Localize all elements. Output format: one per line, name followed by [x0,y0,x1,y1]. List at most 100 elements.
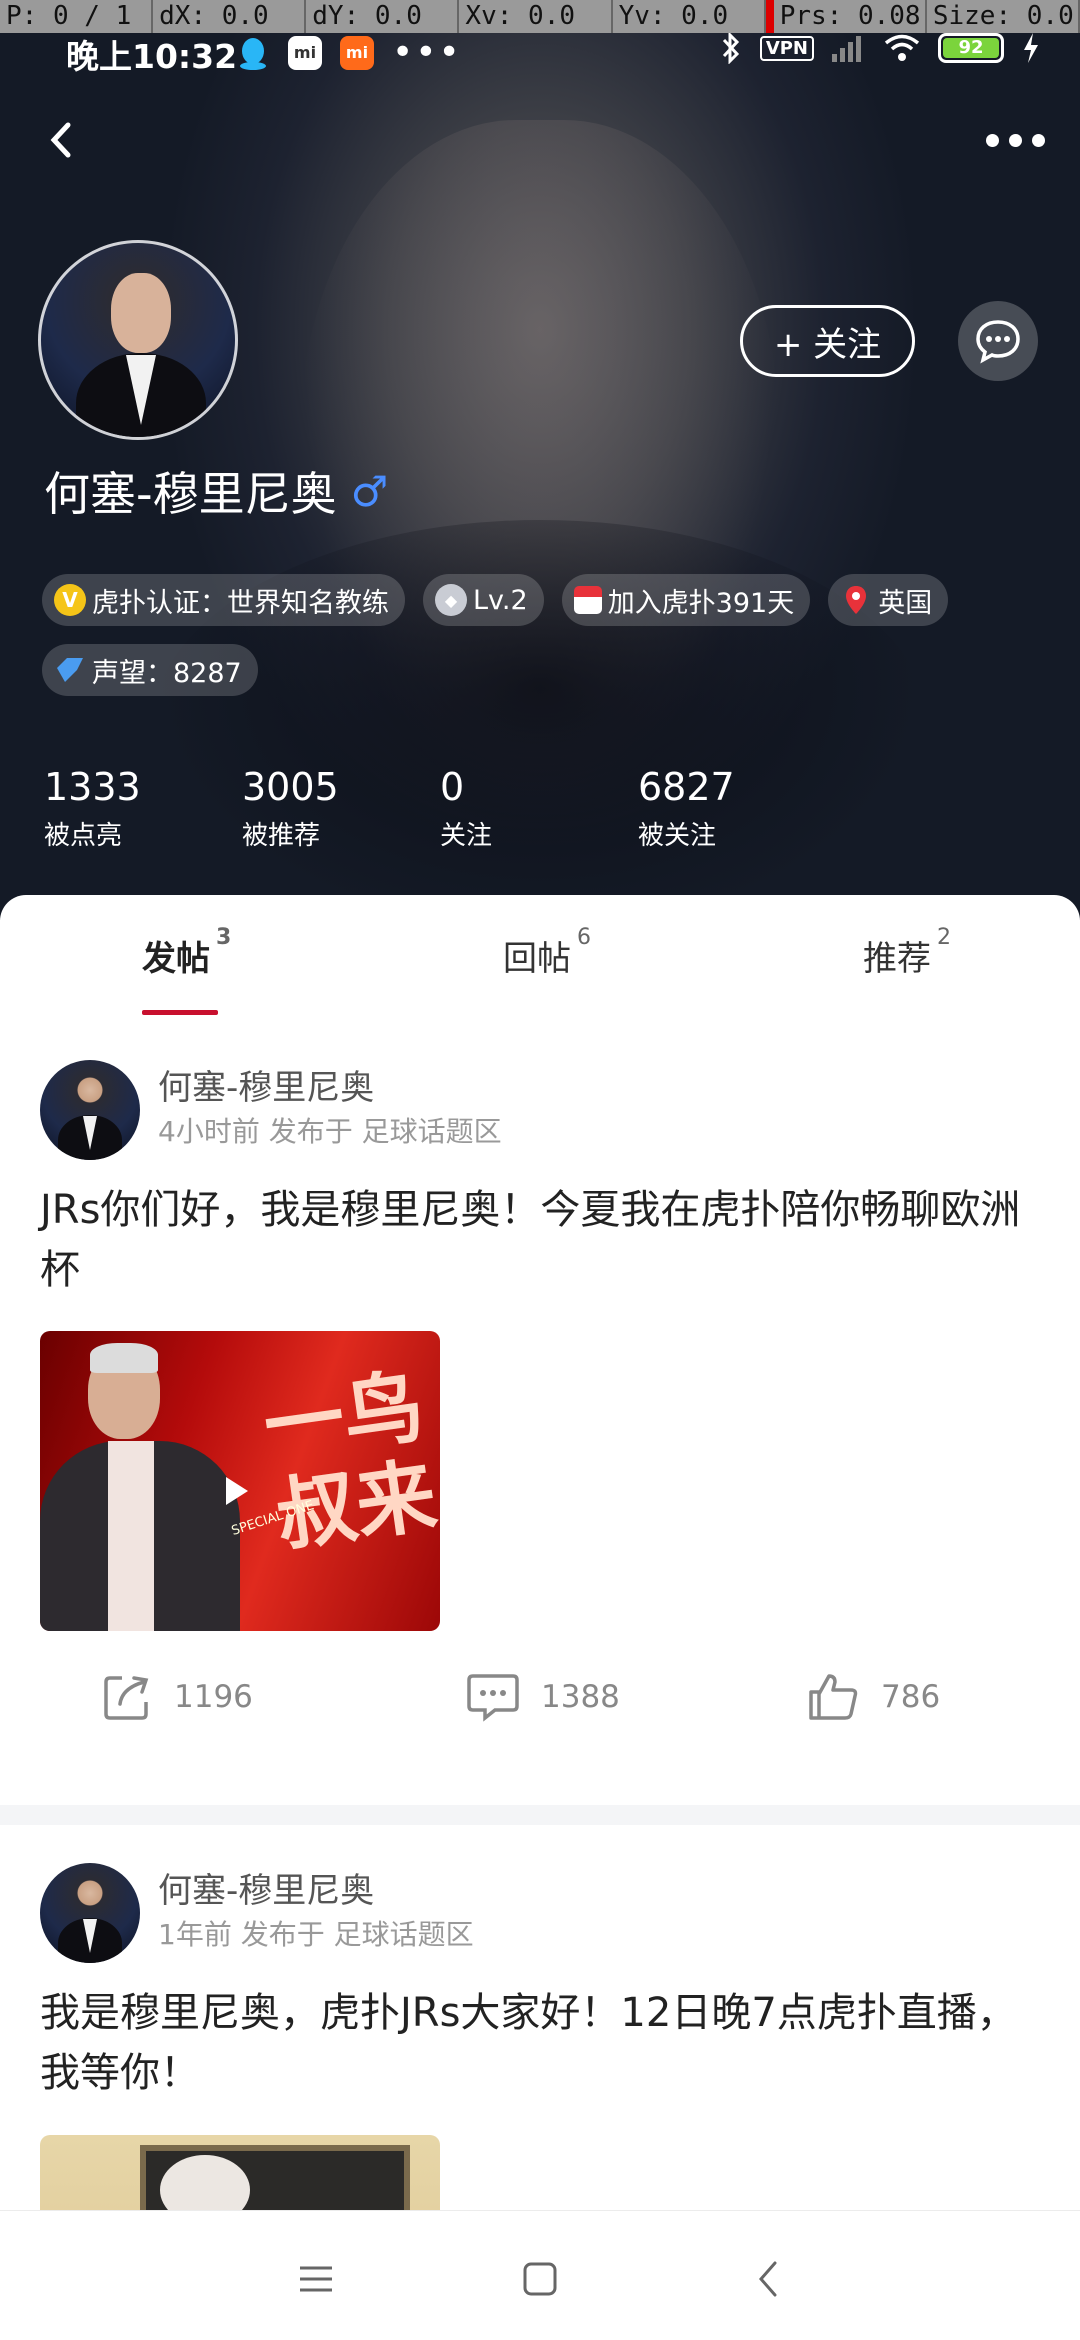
profile-header: 晚上10:32 mi mi ••• VPN 92 + 关注 何塞-穆里尼奥 ♂ … [0,0,1080,920]
debug-yv: Yv: 0.0 [613,0,766,33]
level-icon: ◆ [435,584,467,616]
tab-recommend[interactable]: 推荐2 [863,925,951,980]
tab-replies-label: 回帖 [503,939,571,979]
stat-lit-label: 被点亮 [44,821,123,851]
status-more-icon: ••• [392,32,462,73]
pointer-debug-bar: P: 0 / 1 dX: 0.0 dY: 0.0 Xv: 0.0 Yv: 0.0… [0,0,1080,33]
badge-join-days[interactable]: 加入虎扑391天 [561,574,811,626]
status-time: 晚上10:32 [66,37,238,76]
stat-recommended-number: 3005 [242,765,339,809]
badge-reputation[interactable]: 声望：8287 [42,644,258,696]
profile-avatar [38,240,238,440]
mi-icon: mi [340,35,374,70]
stat-following-label: 关注 [440,821,493,851]
profile-badges: V 虎扑认证：世界知名教练 ◆ Lv.2 加入虎扑391天 英国 声望：8287 [42,574,1042,696]
debug-xv: Xv: 0.0 [459,0,613,33]
debug-dx: dX: 0.0 [153,0,307,33]
stat-following-number: 0 [440,765,465,809]
comment-icon [467,1674,519,1722]
charging-icon [1024,33,1038,63]
menu-nav-button[interactable] [286,2249,346,2309]
post-text[interactable]: 我是穆里尼奥，虎扑JRs大家好！12日晚7点虎扑直播，我等你！ [40,1983,1050,2103]
back-nav-button[interactable] [738,2249,798,2309]
profile-stats: 1333 被点亮 3005 被推荐 0 关注 6827 被关注 [44,765,836,852]
thumbnail-title: 一鸟叔来 [258,1359,440,1563]
badge-verified-text: 虎扑认证：世界知名教练 [92,587,389,619]
badge-verified[interactable]: V 虎扑认证：世界知名教练 [42,574,405,626]
calendar-icon [573,586,602,614]
message-button[interactable] [958,301,1038,381]
qq-icon [236,36,270,70]
status-app-icons: mi mi ••• [236,32,462,73]
debug-size: Size: 0.0 [927,0,1080,33]
post-text[interactable]: JRs你们好，我是穆里尼奥！今夏我在虎扑陪你畅聊欧洲杯 [40,1180,1050,1300]
stat-followers-number: 6827 [638,765,735,809]
tab-posts-label: 发帖 [142,939,210,979]
reputation-icon [54,654,86,686]
tab-posts[interactable]: 发帖3 [142,925,231,980]
play-icon [226,1477,248,1505]
share-count: 1196 [174,1679,253,1715]
post-image-thumbnail[interactable] [40,2135,440,2210]
post-video-thumbnail[interactable]: 一鸟叔来 SPECIAL ONE [40,1331,440,1631]
post-tabs: 发帖3 回帖6 推荐2 [0,895,1080,1025]
post-divider [0,1805,1080,1825]
post-author-name[interactable]: 何塞-穆里尼奥 [158,1060,374,1109]
stat-recommended-label: 被推荐 [242,821,321,851]
home-nav-button[interactable] [510,2249,570,2309]
menu-icon [300,2266,332,2292]
debug-dy: dY: 0.0 [306,0,460,33]
profile-name: 何塞-穆里尼奥 [44,467,337,521]
stat-lit[interactable]: 1333 被点亮 [44,765,242,852]
list-item[interactable]: 何塞-穆里尼奥 1年前 发布于 足球话题区 我是穆里尼奥，虎扑JRs大家好！12… [0,1863,1080,2210]
verified-icon: V [54,584,86,616]
list-item[interactable]: 何塞-穆里尼奥 4小时前 发布于 足球话题区 JRs你们好，我是穆里尼奥！今夏我… [0,1060,1080,1760]
tab-replies[interactable]: 回帖6 [503,925,591,980]
like-count: 786 [881,1679,941,1715]
stat-followers[interactable]: 6827 被关注 [638,765,836,852]
post-meta: 1年前 发布于 足球话题区 [158,1918,474,1951]
tab-recommend-count: 2 [937,924,951,950]
thumbs-up-icon [809,1674,858,1720]
system-navigation-bar [0,2210,1080,2340]
badge-join-days-text: 加入虎扑391天 [607,587,795,619]
like-button[interactable]: 786 [805,1670,940,1724]
content-panel: 发帖3 回帖6 推荐2 何塞-穆里尼奥 4小时前 发布于 足球话题区 JRs你们… [0,895,1080,2210]
location-pin-icon [840,584,872,616]
stat-following[interactable]: 0 关注 [440,765,638,852]
badge-location[interactable]: 英国 [828,574,949,626]
stat-recommended[interactable]: 3005 被推荐 [242,765,440,852]
chat-bubble-icon [976,320,1020,364]
badge-level-text: Lv.2 [473,584,528,616]
comment-count: 1388 [541,1679,620,1715]
tab-recommend-label: 推荐 [863,939,931,979]
tab-posts-count: 3 [216,924,232,950]
follow-button-label: + 关注 [773,324,882,365]
signal-icon [832,36,861,62]
badge-reputation-text: 声望：8287 [92,657,242,689]
post-author-name[interactable]: 何塞-穆里尼奥 [158,1863,374,1912]
back-triangle-icon [759,2261,777,2297]
chevron-left-icon [50,122,71,158]
home-square-icon [523,2262,557,2296]
post-meta: 4小时前 发布于 足球话题区 [158,1115,502,1148]
post-author-avatar[interactable] [40,1863,140,1963]
stat-followers-label: 被关注 [638,821,717,851]
back-button[interactable] [40,115,90,165]
follow-button[interactable]: + 关注 [740,305,915,377]
vpn-indicator: VPN [759,35,814,61]
battery-indicator: 92 [938,33,1004,63]
thumbnail-person [40,1331,240,1631]
profile-name-row: 何塞-穆里尼奥 ♂ [44,458,388,524]
wifi-icon [884,34,920,61]
comment-button[interactable]: 1388 [465,1670,620,1724]
status-bar: 晚上10:32 mi mi ••• VPN 92 [0,30,1080,76]
badge-level[interactable]: ◆ Lv.2 [423,574,544,626]
mi-store-icon: mi [288,35,322,70]
post-author-avatar[interactable] [40,1060,140,1160]
more-options-button[interactable] [980,120,1050,160]
tab-replies-count: 6 [577,924,591,950]
debug-pointer: P: 0 / 1 [0,0,154,33]
badge-location-text: 英国 [878,587,933,619]
share-button[interactable]: 1196 [100,1670,253,1724]
